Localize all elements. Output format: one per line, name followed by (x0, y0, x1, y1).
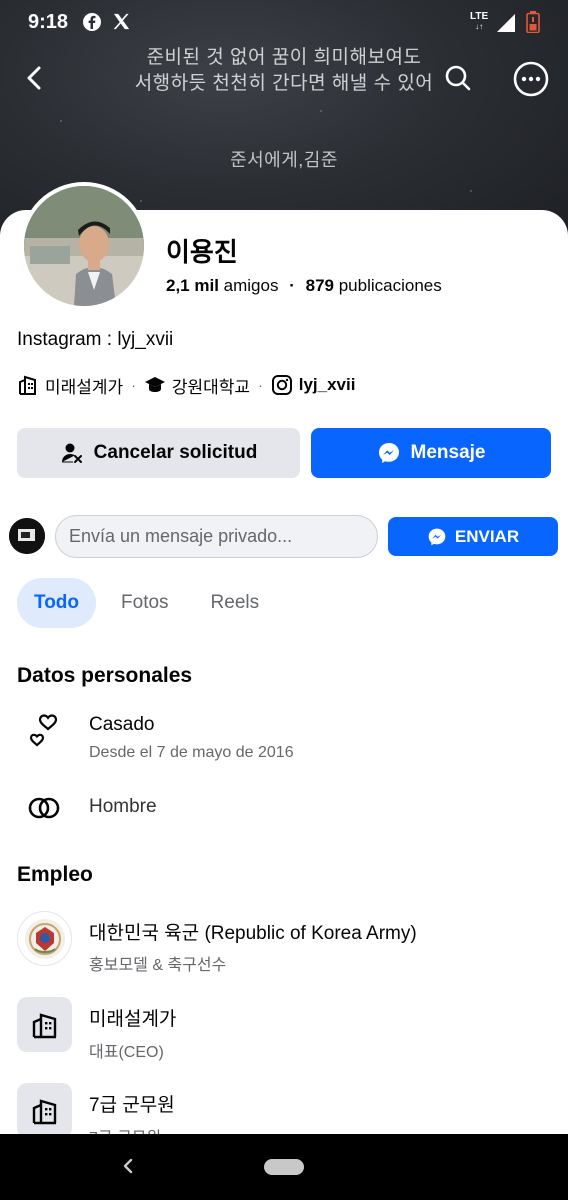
private-message-input[interactable] (55, 515, 378, 558)
posts-label: publicaciones (338, 276, 442, 295)
cover-text-line2: 서행하듯 천천히 간다면 해낼 수 있어 (134, 73, 434, 94)
my-avatar (9, 518, 45, 554)
search-button[interactable] (440, 60, 476, 96)
chip-education-label: 강원대학교 (171, 377, 251, 397)
cover-text-line1: 준비된 것 없어 꿈이 희미해보여도 (146, 47, 422, 68)
tab-fotos[interactable]: Fotos (104, 578, 186, 628)
cover-text-line3: 준서에게,김준 (230, 150, 338, 170)
cancel-request-label: Cancelar solicitud (93, 442, 258, 463)
gender-icon (22, 786, 66, 830)
employment-section-title: Empleo (17, 863, 93, 886)
separator-dot: · (258, 377, 263, 393)
building-icon[interactable] (17, 997, 72, 1052)
tab-todo[interactable]: Todo (17, 578, 97, 628)
friends-count[interactable]: 2,1 mil (166, 276, 219, 295)
relationship-status: Casado (89, 714, 155, 735)
more-options-button[interactable] (512, 60, 550, 98)
battery-icon (526, 11, 540, 38)
network-indicator: LTE ↓↑ (470, 11, 489, 32)
home-pill[interactable] (264, 1159, 304, 1175)
message-button[interactable]: Mensaje (311, 428, 551, 478)
chip-instagram-label: lyj_xvii (298, 375, 356, 394)
job-3-company[interactable]: 7급 군무원 (89, 1090, 175, 1117)
friends-label[interactable]: amigos (224, 276, 279, 295)
status-bar: 9:18 LTE ↓↑ (0, 0, 568, 46)
messenger-icon (378, 443, 399, 463)
profile-avatar[interactable] (20, 182, 148, 310)
army-logo-icon[interactable] (17, 911, 72, 966)
posts-count: 879 (305, 276, 334, 295)
avatar-image (24, 186, 144, 306)
send-label: ENVIAR (454, 526, 520, 546)
messenger-icon (428, 528, 446, 545)
job-1-company[interactable]: 대한민국 육군 (Republic of Korea Army) (89, 918, 417, 945)
signal-icon (496, 13, 516, 38)
search-icon (445, 65, 471, 91)
building-icon (19, 375, 36, 395)
system-back-button[interactable] (118, 1154, 138, 1183)
relationship-since: Desde el 7 de mayo de 2016 (89, 744, 294, 761)
personal-section-title: Datos personales (17, 664, 193, 687)
profile-tabs: Todo Fotos Reels (17, 578, 284, 628)
more-horizontal-icon (513, 61, 549, 97)
facebook-icon (82, 12, 102, 37)
send-button[interactable]: ENVIAR (388, 517, 558, 556)
message-label: Mensaje (410, 442, 486, 463)
job-2-company[interactable]: 미래설계가 (89, 1004, 176, 1031)
instagram-icon (271, 375, 292, 395)
cancel-request-button[interactable]: Cancelar solicitud (17, 428, 300, 478)
building-icon[interactable] (17, 1083, 72, 1138)
profile-bio: Instagram : lyj_xvii (17, 329, 174, 350)
profile-stats: 2,1 mil amigos · 879 publicaciones (166, 276, 442, 295)
tab-reels[interactable]: Reels (194, 578, 277, 628)
user-cancel-icon (61, 443, 82, 463)
job-1-role: 홍보모델 & 축구선수 (89, 957, 227, 974)
gender-label: Hombre (89, 796, 157, 817)
chip-work-label: 미래설계가 (45, 377, 124, 397)
profile-details-chips: 미래설계가 · 강원대학교 · lyj_xvii (17, 372, 355, 398)
separator-dot: · (131, 377, 136, 393)
chevron-left-icon (123, 1158, 133, 1174)
back-button[interactable] (18, 60, 54, 96)
system-navigation-bar (0, 1134, 568, 1200)
job-2-role: 대표(CEO) (89, 1044, 164, 1061)
graduation-cap-icon (144, 377, 165, 392)
chip-work[interactable]: 미래설계가 (17, 373, 123, 398)
hearts-icon (22, 709, 66, 753)
chip-education[interactable]: 강원대학교 (144, 373, 250, 398)
chevron-left-icon (27, 66, 41, 90)
x-icon (112, 12, 131, 36)
profile-name: 이용진 (166, 237, 238, 267)
chip-instagram[interactable]: lyj_xvii (271, 374, 356, 396)
status-time: 9:18 (28, 11, 69, 33)
